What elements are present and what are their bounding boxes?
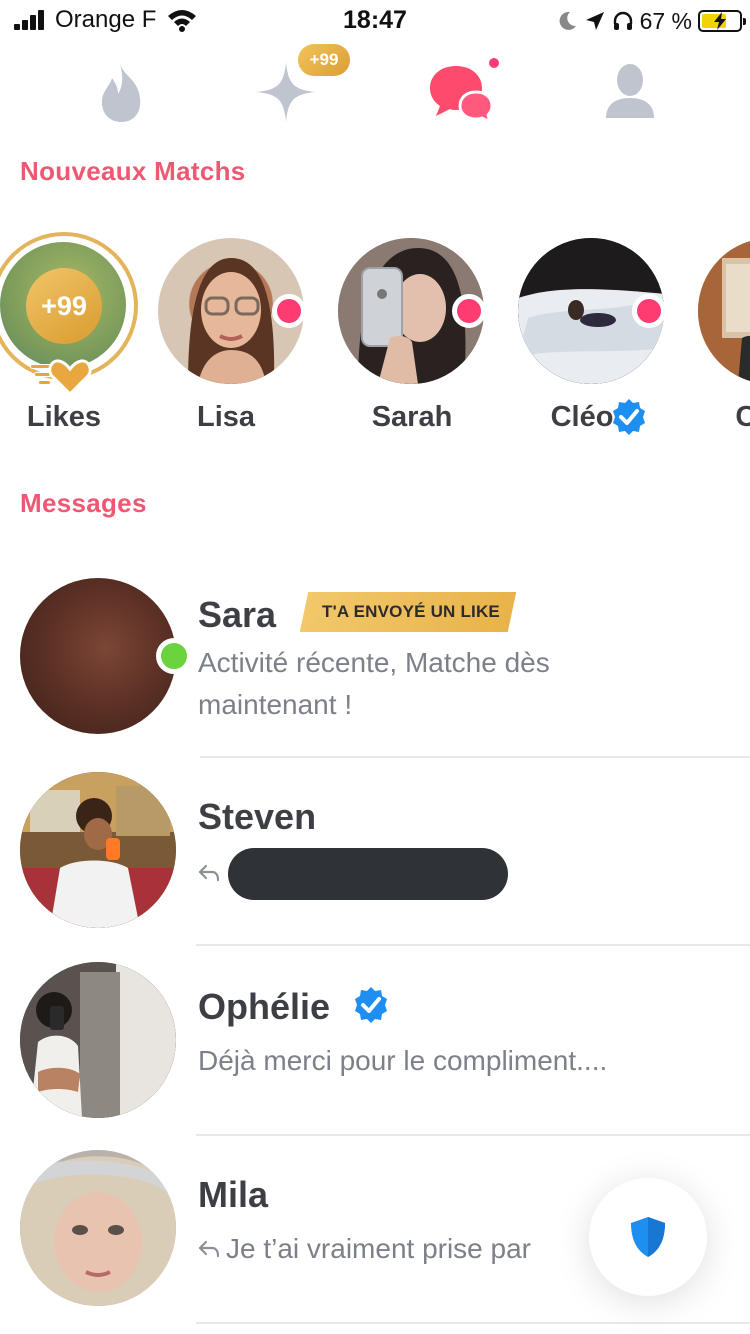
divider — [200, 756, 750, 758]
headphones-icon — [613, 11, 632, 30]
sent-like-tag: T'A ENVOYÉ UN LIKE — [299, 592, 517, 632]
status-bar: Orange F 18:47 67 % — [0, 0, 750, 42]
match-item-sarah[interactable]: Sarah — [328, 228, 488, 438]
conversation-row-ophelie[interactable]: Ophélie Déjà merci pour le compliment...… — [0, 962, 750, 1150]
profile-icon[interactable] — [598, 60, 662, 124]
new-match-dot — [632, 294, 666, 328]
chat-bubbles-icon[interactable] — [428, 60, 492, 124]
new-match-dot — [452, 294, 486, 328]
messages-title: Messages — [20, 488, 147, 518]
conversation-preview: Déjà merci pour le compliment.... — [198, 1045, 608, 1076]
reply-arrow-icon — [198, 864, 220, 882]
reply-arrow-icon — [198, 1240, 220, 1258]
conversation-name: Steven — [198, 796, 317, 837]
conversation-name: Sara — [198, 594, 277, 635]
moon-icon — [559, 11, 576, 30]
match-item-cle[interactable]: Clé — [688, 228, 750, 438]
divider — [196, 1134, 750, 1136]
conversation-preview: Je t’ai vraiment prise par — [226, 1233, 532, 1264]
avatar — [20, 772, 176, 928]
conversation-preview-line2: maintenant ! — [198, 689, 353, 720]
divider — [196, 1322, 750, 1324]
unread-dot — [489, 58, 499, 68]
conversation-name: Ophélie — [198, 986, 331, 1027]
likes-label: Likes — [26, 401, 102, 433]
likes-count-badge: +99 — [26, 268, 102, 344]
safety-toolkit-button[interactable] — [589, 1178, 707, 1296]
status-indicators: 67 % — [556, 6, 746, 36]
match-name: Lisa — [196, 401, 256, 433]
flame-icon[interactable] — [90, 60, 154, 124]
new-matches-carousel[interactable]: +99 Likes Lisa Sarah Cléo C — [0, 228, 750, 448]
match-photo — [698, 238, 750, 384]
verified-badge-icon — [613, 399, 645, 435]
online-status-dot — [156, 638, 192, 674]
divider — [196, 944, 750, 946]
match-item-lisa[interactable]: Lisa — [148, 228, 308, 438]
conversation-name: Mila — [198, 1174, 269, 1215]
avatar — [20, 578, 176, 734]
verified-badge-icon — [355, 987, 387, 1023]
likes-match-item[interactable]: +99 Likes — [0, 228, 160, 438]
avatar — [20, 1150, 176, 1306]
heart-icon — [30, 359, 92, 396]
conversation-preview: Activité récente, Matche dès — [198, 647, 550, 678]
new-match-dot — [272, 294, 306, 328]
avatar — [20, 962, 176, 1118]
battery-icon — [698, 10, 746, 32]
top-navigation: +99 — [0, 42, 750, 142]
sent-like-tag-label: T'A ENVOYÉ UN LIKE — [322, 602, 500, 621]
shield-icon — [631, 1217, 665, 1257]
match-item-cleo[interactable]: Cléo — [508, 228, 668, 438]
likes-you-badge: +99 — [298, 44, 350, 76]
redacted-message-preview — [228, 848, 508, 900]
charging-bolt-icon — [714, 12, 726, 30]
battery-percent: 67 % — [639, 7, 692, 34]
location-arrow-icon — [585, 12, 604, 30]
new-matches-title: Nouveaux Matchs — [20, 156, 246, 186]
match-name: Clé — [735, 401, 750, 433]
match-name: Sarah — [371, 401, 453, 433]
